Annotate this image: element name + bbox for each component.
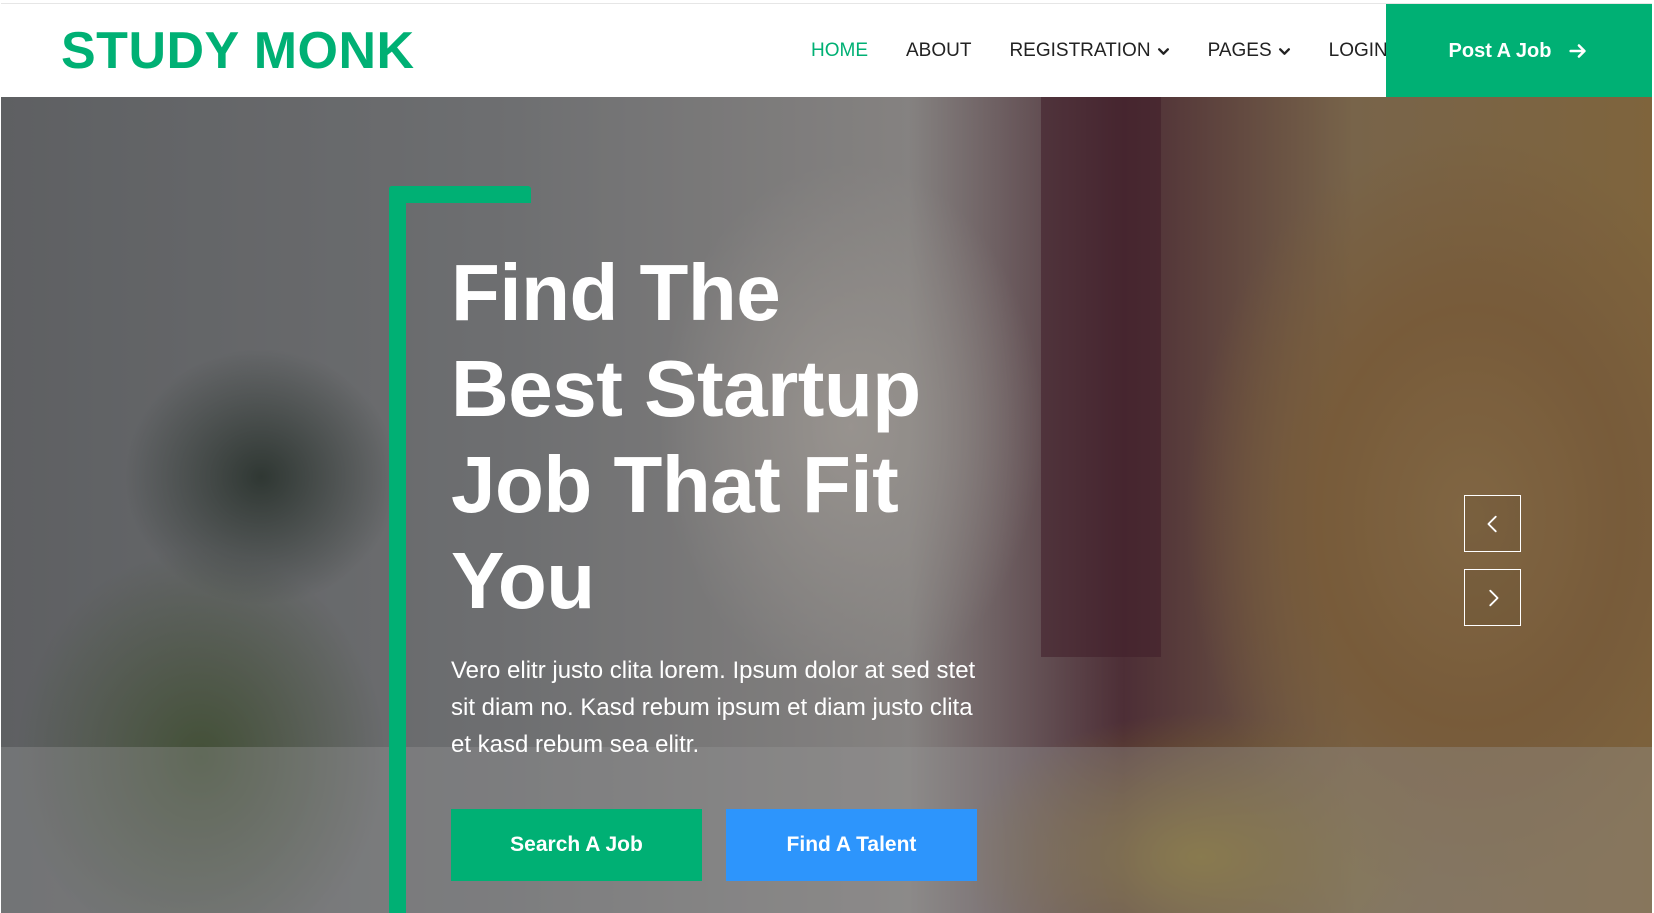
nav-item-label: LOGIN [1328, 40, 1388, 61]
hero-title-line: Job That Fit [451, 440, 899, 529]
arrow-right-icon [1569, 44, 1587, 58]
top-navbar: STUDY MONK HOME ABOUT REGISTRATION PAGES [1, 3, 1652, 98]
nav-item-label: ABOUT [906, 40, 972, 61]
accent-bar-top [389, 186, 531, 203]
nav-item-label: PAGES [1207, 40, 1272, 61]
brand-logo[interactable]: STUDY MONK [61, 21, 415, 81]
post-a-job-button[interactable]: Post A Job [1386, 4, 1652, 98]
hero-title-line: Best Startup [451, 344, 921, 433]
hero-title-line: You [451, 536, 595, 625]
hero-title-line: Find The [451, 248, 781, 337]
chevron-down-icon [1278, 47, 1290, 55]
post-a-job-label: Post A Job [1448, 39, 1552, 62]
nav-item-about[interactable]: ABOUT [906, 40, 971, 62]
accent-bar-vertical [389, 186, 406, 913]
nav-item-pages[interactable]: PAGES [1208, 40, 1291, 62]
page: STUDY MONK HOME ABOUT REGISTRATION PAGES [0, 0, 1654, 913]
hero-carousel: Find The Best Startup Job That Fit You V… [1, 97, 1652, 913]
search-a-job-button[interactable]: Search A Job [451, 809, 702, 881]
nav-item-label: REGISTRATION [1009, 40, 1151, 61]
hero-description: Vero elitr justo clita lorem. Ipsum dolo… [451, 657, 976, 758]
carousel-prev-button[interactable] [1464, 495, 1521, 552]
nav-item-login[interactable]: LOGIN [1329, 40, 1388, 62]
chevron-right-icon [1488, 589, 1498, 606]
nav-item-registration[interactable]: REGISTRATION [1009, 40, 1169, 62]
nav-item-home[interactable]: HOME [811, 40, 868, 62]
chevron-left-icon [1487, 515, 1497, 532]
hero-title: Find The Best Startup Job That Fit You [451, 245, 1011, 629]
carousel-next-button[interactable] [1464, 569, 1521, 626]
nav-menu: HOME ABOUT REGISTRATION PAGES LOGIN [811, 4, 1426, 98]
chevron-down-icon [1157, 47, 1169, 55]
find-a-talent-button[interactable]: Find A Talent [726, 809, 977, 881]
nav-item-label: HOME [811, 40, 868, 61]
